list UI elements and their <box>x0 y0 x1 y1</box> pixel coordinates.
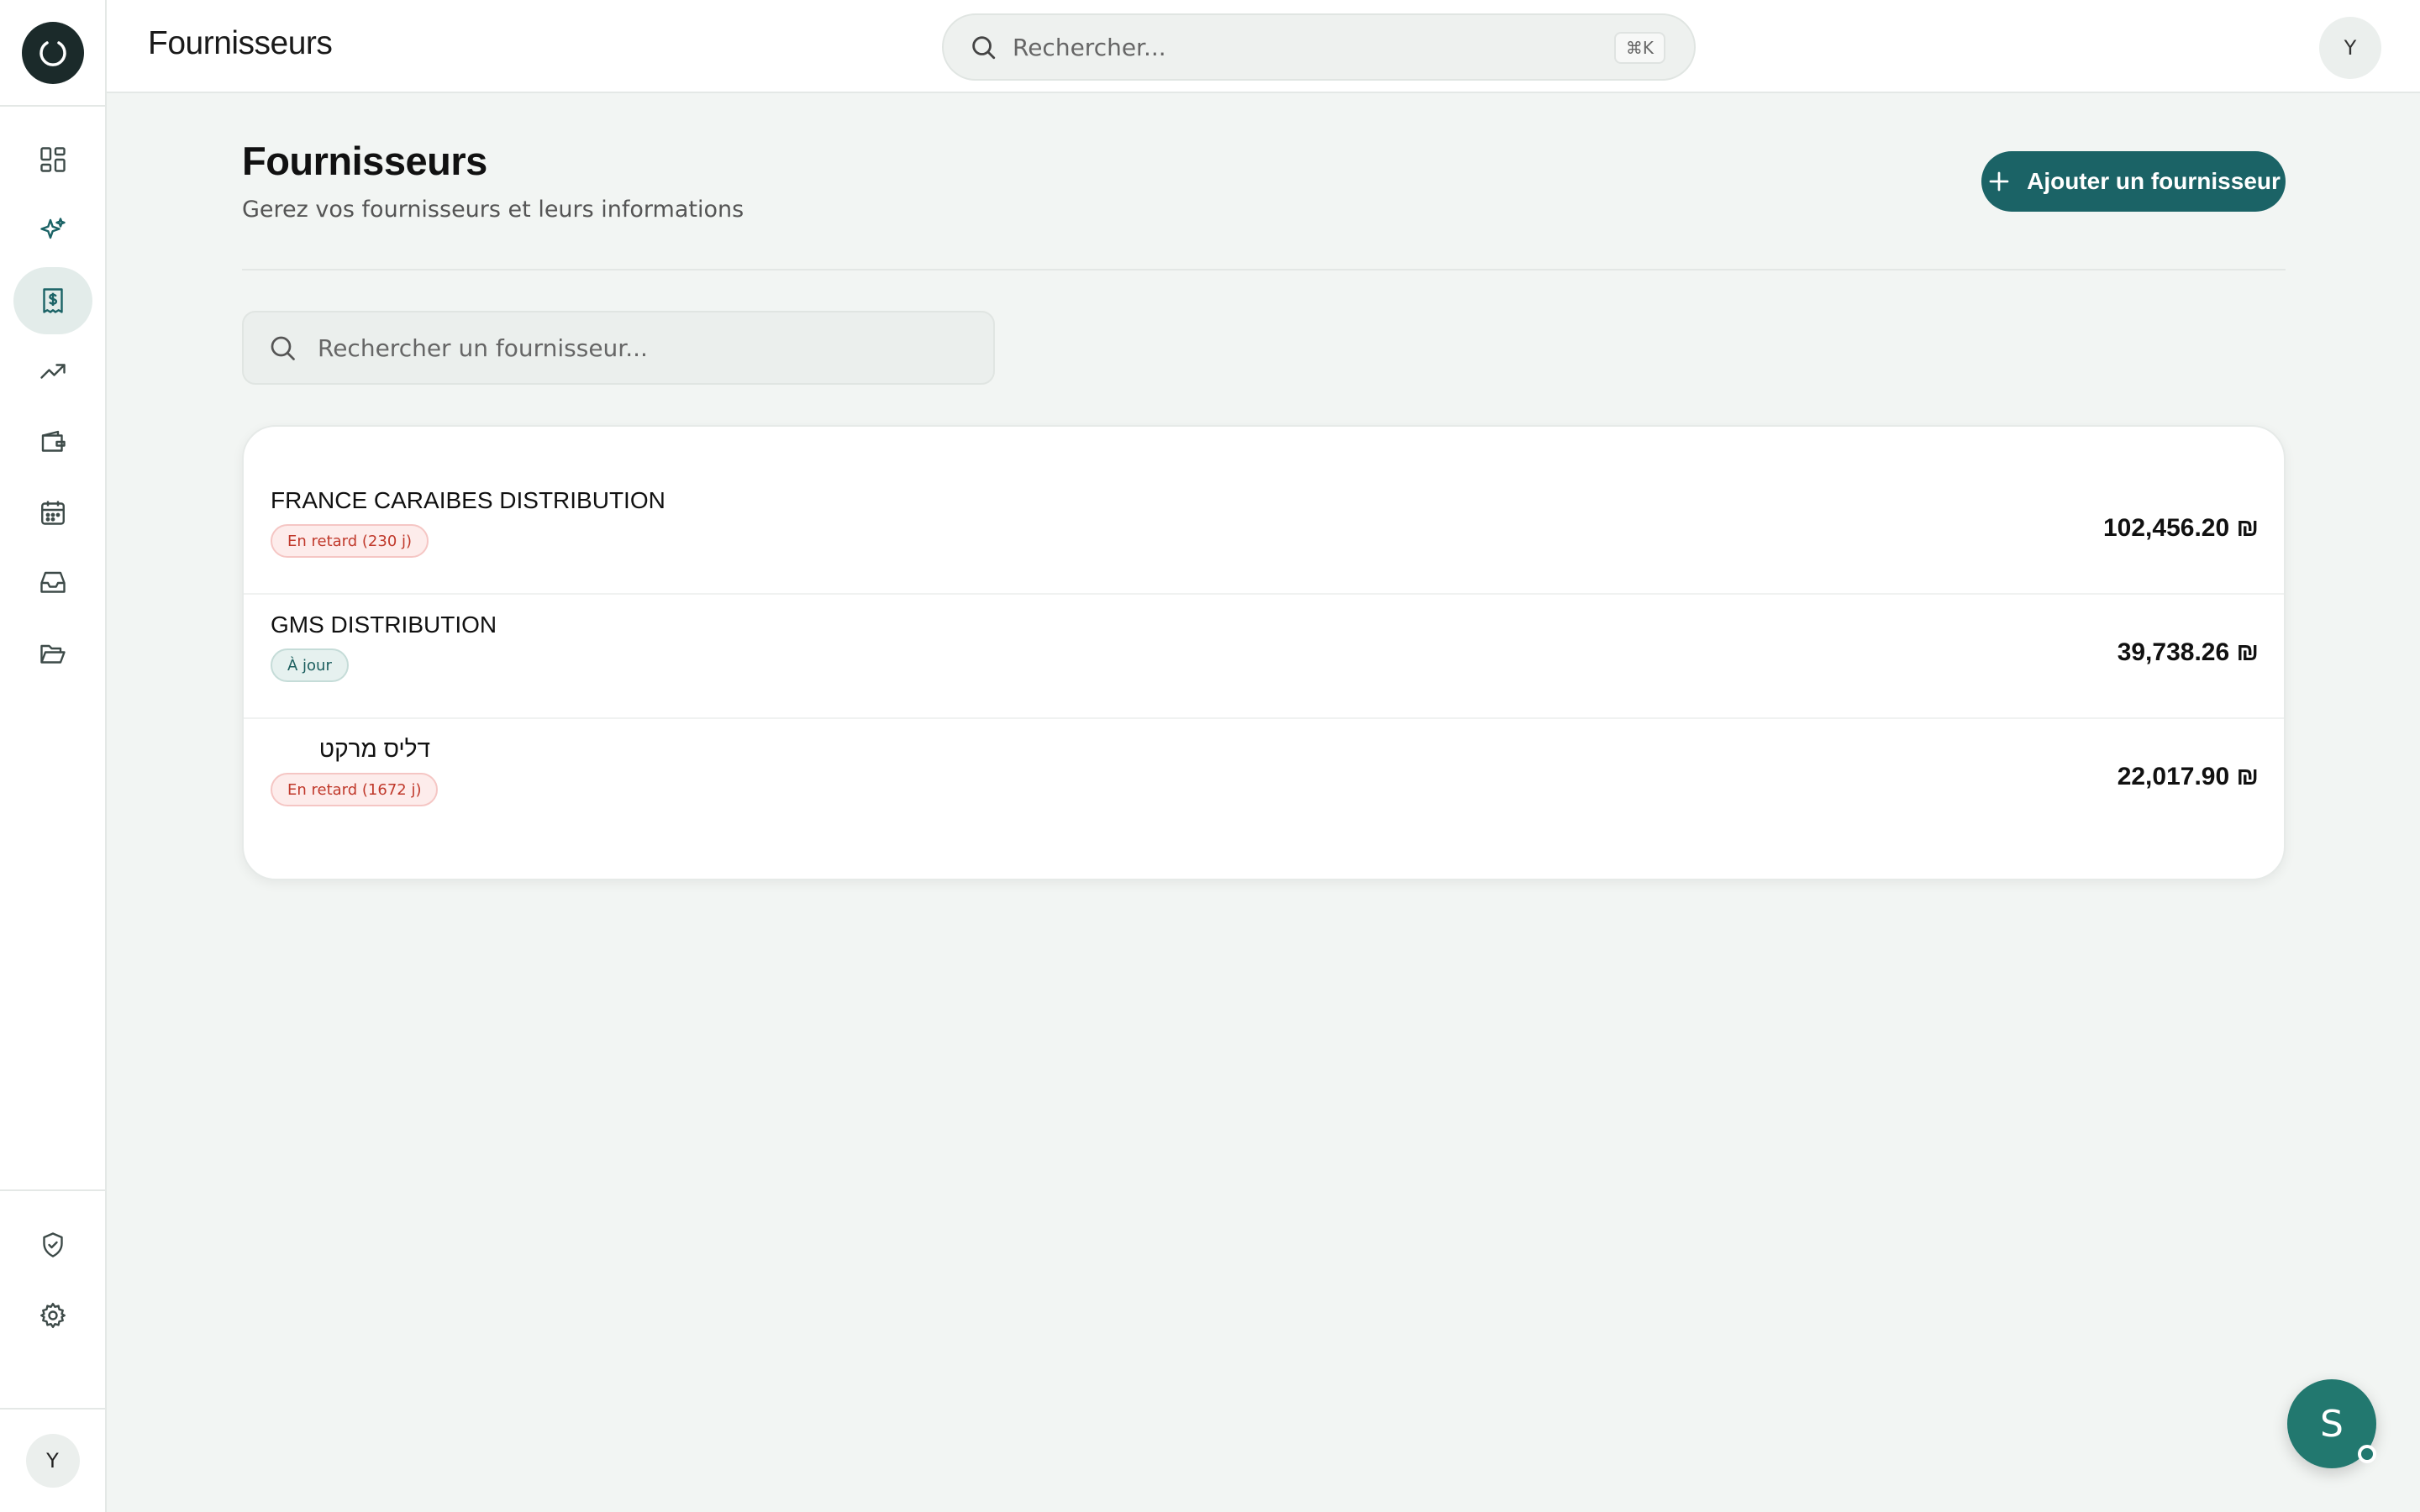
supplier-name: GMS DISTRIBUTION <box>271 612 497 638</box>
app-logo[interactable] <box>21 21 84 84</box>
sidebar: Y <box>0 0 107 1512</box>
sparkles-icon <box>40 218 66 239</box>
supplier-name: FRANCE CARAIBES DISTRIBUTION <box>271 487 666 513</box>
sidebar-item-wallet[interactable] <box>13 408 92 475</box>
global-search[interactable]: Rechercher... ⌘K <box>942 13 1696 81</box>
dashboard-icon <box>40 147 66 172</box>
sidebar-item-settings[interactable] <box>13 1282 92 1349</box>
add-supplier-button[interactable]: Ajouter un fournisseur <box>1981 151 2286 212</box>
folder-open-icon <box>40 644 66 664</box>
search-shortcut-hint: ⌘K <box>1613 32 1665 64</box>
status-badge: En retard (230 j) <box>271 524 429 558</box>
page-subtitle: Gerez vos fournisseurs et leurs informat… <box>242 197 744 223</box>
supplier-amount: 22,017.90 ₪ <box>2117 763 2259 790</box>
shield-check-icon <box>43 1232 63 1257</box>
add-supplier-label: Ajouter un fournisseur <box>2027 168 2281 194</box>
header-avatar[interactable]: Y <box>2319 17 2381 79</box>
inbox-icon <box>40 571 66 593</box>
supplier-row[interactable]: FRANCE CARAIBES DISTRIBUTION En retard (… <box>244 470 2284 595</box>
sidebar-footer: Y <box>0 1408 105 1512</box>
global-search-placeholder: Rechercher... <box>1013 33 1166 61</box>
suppliers-list-card: FRANCE CARAIBES DISTRIBUTION En retard (… <box>242 425 2286 880</box>
search-icon <box>271 336 295 360</box>
assistant-fab-button[interactable]: S <box>2287 1379 2376 1468</box>
fab-initial: S <box>2320 1402 2344 1446</box>
sidebar-bottom-nav <box>0 1189 105 1352</box>
suppliers-list: FRANCE CARAIBES DISTRIBUTION En retard (… <box>244 470 2284 843</box>
wallet-icon <box>41 430 66 452</box>
plus-icon <box>1989 171 2009 192</box>
sidebar-nav <box>0 126 105 690</box>
logo-ring-icon <box>39 40 66 66</box>
receipt-dollar-icon <box>43 288 63 313</box>
supplier-row[interactable]: GMS DISTRIBUTION À jour 39,738.26 ₪ <box>244 595 2284 719</box>
sidebar-item-ai[interactable] <box>13 197 92 264</box>
supplier-name: דליס מרקט <box>318 736 430 762</box>
sidebar-item-suppliers[interactable] <box>13 267 92 334</box>
logo-area <box>0 0 105 107</box>
gear-icon <box>40 1303 66 1328</box>
page-title: Fournisseurs <box>242 139 487 183</box>
header-title: Fournisseurs <box>148 25 333 61</box>
calendar-icon <box>41 501 65 525</box>
supplier-row[interactable]: דליס מרקט En retard (1672 j) 22,017.90 ₪ <box>244 719 2284 843</box>
trending-up-icon <box>40 364 66 379</box>
status-badge: En retard (1672 j) <box>271 773 439 806</box>
sidebar-item-calendar[interactable] <box>13 479 92 546</box>
supplier-amount: 102,456.20 ₪ <box>2103 514 2259 542</box>
supplier-search[interactable] <box>242 311 995 385</box>
sidebar-item-security[interactable] <box>13 1211 92 1278</box>
sidebar-item-dashboard[interactable] <box>13 126 92 193</box>
supplier-search-input[interactable] <box>318 333 973 362</box>
search-icon <box>972 36 996 60</box>
sidebar-item-documents[interactable] <box>13 620 92 687</box>
online-status-dot <box>2358 1445 2376 1463</box>
topbar: Fournisseurs Rechercher... ⌘K Y <box>107 0 2420 93</box>
status-badge: À jour <box>271 648 349 682</box>
sidebar-item-inbox[interactable] <box>13 549 92 617</box>
sidebar-item-analytics[interactable] <box>13 338 92 405</box>
supplier-amount: 39,738.26 ₪ <box>2117 638 2259 666</box>
user-avatar[interactable]: Y <box>25 1434 80 1488</box>
header-divider <box>242 269 2286 270</box>
